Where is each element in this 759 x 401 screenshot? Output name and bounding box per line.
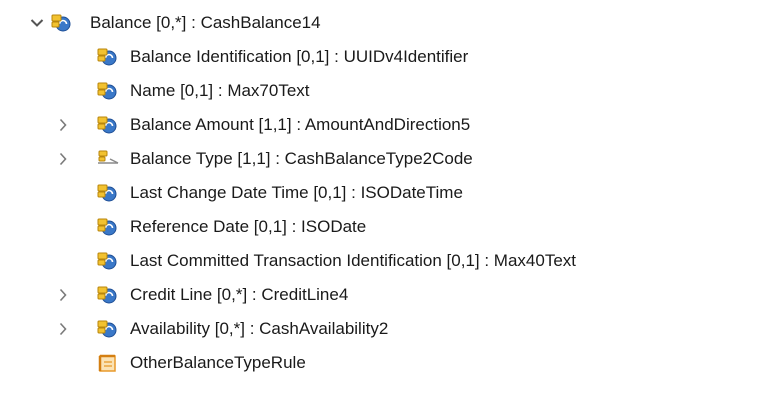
- tree-row-label: Last Committed Transaction Identificatio…: [130, 251, 576, 270]
- element-icon: [96, 251, 118, 271]
- element-icon: [96, 217, 118, 237]
- tree-row-name[interactable]: Name [0,1] : Max70Text: [0, 74, 759, 108]
- tree-row-last-committed-transaction-identification[interactable]: Last Committed Transaction Identificatio…: [0, 244, 759, 278]
- tree-row-other-balance-type-rule[interactable]: OtherBalanceTypeRule: [0, 346, 759, 380]
- chevron-right-icon[interactable]: [54, 142, 72, 176]
- tree-row-last-change-date-time[interactable]: Last Change Date Time [0,1] : ISODateTim…: [0, 176, 759, 210]
- tree-row-label: Balance Amount [1,1] : AmountAndDirectio…: [130, 115, 471, 134]
- tree-row-credit-line[interactable]: Credit Line [0,*] : CreditLine4: [0, 278, 759, 312]
- chevron-down-icon[interactable]: [28, 6, 46, 40]
- tree-row-label: Name [0,1] : Max70Text: [130, 81, 310, 100]
- element-icon: [96, 47, 118, 67]
- chevron-right-icon[interactable]: [54, 312, 72, 346]
- element-icon: [96, 81, 118, 101]
- element-icon: [96, 285, 118, 305]
- code-element-icon: [96, 149, 119, 169]
- tree-row-label: Balance Type [1,1] : CashBalanceType2Cod…: [130, 149, 473, 168]
- element-icon: [50, 13, 72, 33]
- chevron-right-icon[interactable]: [54, 278, 72, 312]
- element-icon: [96, 319, 118, 339]
- tree-view: Balance [0,*] : CashBalance14 Balance Id…: [0, 6, 759, 380]
- tree-row-balance-identification[interactable]: Balance Identification [0,1] : UUIDv4Ide…: [0, 40, 759, 74]
- element-icon: [96, 183, 118, 203]
- tree-row-label: Last Change Date Time [0,1] : ISODateTim…: [130, 183, 463, 202]
- tree-row-label: OtherBalanceTypeRule: [130, 353, 306, 372]
- tree-row-label: Balance Identification [0,1] : UUIDv4Ide…: [130, 47, 469, 66]
- chevron-right-icon[interactable]: [54, 108, 72, 142]
- tree-row-balance-amount[interactable]: Balance Amount [1,1] : AmountAndDirectio…: [0, 108, 759, 142]
- element-icon: [96, 115, 118, 135]
- tree-row-reference-date[interactable]: Reference Date [0,1] : ISODate: [0, 210, 759, 244]
- tree-row-label: Balance [0,*] : CashBalance14: [90, 13, 321, 32]
- rule-icon: [96, 353, 118, 373]
- tree-row-availability[interactable]: Availability [0,*] : CashAvailability2: [0, 312, 759, 346]
- tree-row-label: Credit Line [0,*] : CreditLine4: [130, 285, 349, 304]
- tree-row-label: Reference Date [0,1] : ISODate: [130, 217, 367, 236]
- tree-row-balance[interactable]: Balance [0,*] : CashBalance14: [0, 6, 759, 40]
- tree-row-balance-type[interactable]: Balance Type [1,1] : CashBalanceType2Cod…: [0, 142, 759, 176]
- tree-row-label: Availability [0,*] : CashAvailability2: [130, 319, 389, 338]
